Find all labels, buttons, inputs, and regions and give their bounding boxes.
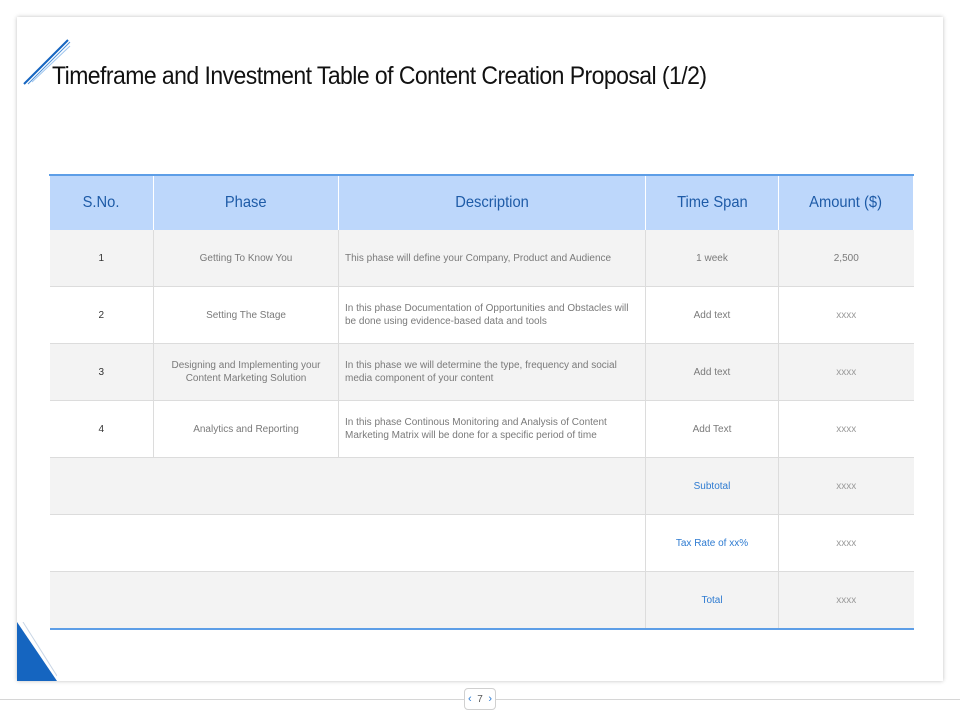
- cell-phase: Analytics and Reporting: [153, 400, 339, 458]
- cell-sno: 3: [49, 343, 154, 401]
- table-header-row: S.No. Phase Description Time Span Amount…: [49, 174, 914, 230]
- summary-amount: xxxx: [778, 457, 914, 515]
- cell-amount: 2,500: [778, 230, 914, 287]
- table-row: 1 Getting To Know You This phase will de…: [49, 230, 914, 287]
- summary-spacer: [49, 571, 646, 630]
- cell-description: In this phase Continous Monitoring and A…: [338, 400, 646, 458]
- chevron-right-icon[interactable]: ›: [488, 693, 492, 705]
- cell-time-span: Add Text: [645, 400, 779, 458]
- table-row: 3 Designing and Implementing your Conten…: [49, 343, 914, 401]
- summary-amount: xxxx: [778, 571, 914, 630]
- chevron-left-icon[interactable]: ‹: [468, 693, 472, 705]
- table-row: 4 Analytics and Reporting In this phase …: [49, 400, 914, 458]
- cell-time-span: 1 week: [645, 230, 779, 287]
- summary-spacer: [49, 514, 646, 572]
- cell-time-span: Add text: [645, 343, 779, 401]
- cell-amount: xxxx: [778, 286, 914, 344]
- cell-description: In this phase we will determine the type…: [338, 343, 646, 401]
- page-title: Timeframe and Investment Table of Conten…: [52, 62, 707, 90]
- table-row: 2 Setting The Stage In this phase Docume…: [49, 286, 914, 344]
- summary-amount: xxxx: [778, 514, 914, 572]
- header-amount: Amount ($): [778, 174, 914, 230]
- cell-phase: Getting To Know You: [153, 230, 339, 287]
- cell-phase: Designing and Implementing your Content …: [153, 343, 339, 401]
- summary-spacer: [49, 457, 646, 515]
- cell-description: In this phase Documentation of Opportuni…: [338, 286, 646, 344]
- header-time-span: Time Span: [645, 174, 779, 230]
- cell-time-span: Add text: [645, 286, 779, 344]
- summary-row-tax: Tax Rate of xx% xxxx: [49, 514, 914, 572]
- investment-table: S.No. Phase Description Time Span Amount…: [49, 174, 914, 630]
- header-phase: Phase: [153, 174, 339, 230]
- corner-accent-decoration: [17, 622, 57, 681]
- summary-row-total: Total xxxx: [49, 571, 914, 630]
- cell-sno: 2: [49, 286, 154, 344]
- page-number: 7: [477, 693, 483, 705]
- page-navigator: ‹ 7 ›: [464, 688, 496, 710]
- header-description: Description: [338, 174, 646, 230]
- cell-phase: Setting The Stage: [153, 286, 339, 344]
- cell-sno: 1: [49, 230, 154, 287]
- summary-label: Total: [645, 571, 779, 630]
- cell-amount: xxxx: [778, 400, 914, 458]
- cell-amount: xxxx: [778, 343, 914, 401]
- summary-row-subtotal: Subtotal xxxx: [49, 457, 914, 515]
- summary-label: Subtotal: [645, 457, 779, 515]
- header-sno: S.No.: [49, 174, 154, 230]
- cell-description: This phase will define your Company, Pro…: [338, 230, 646, 287]
- summary-label: Tax Rate of xx%: [645, 514, 779, 572]
- cell-sno: 4: [49, 400, 154, 458]
